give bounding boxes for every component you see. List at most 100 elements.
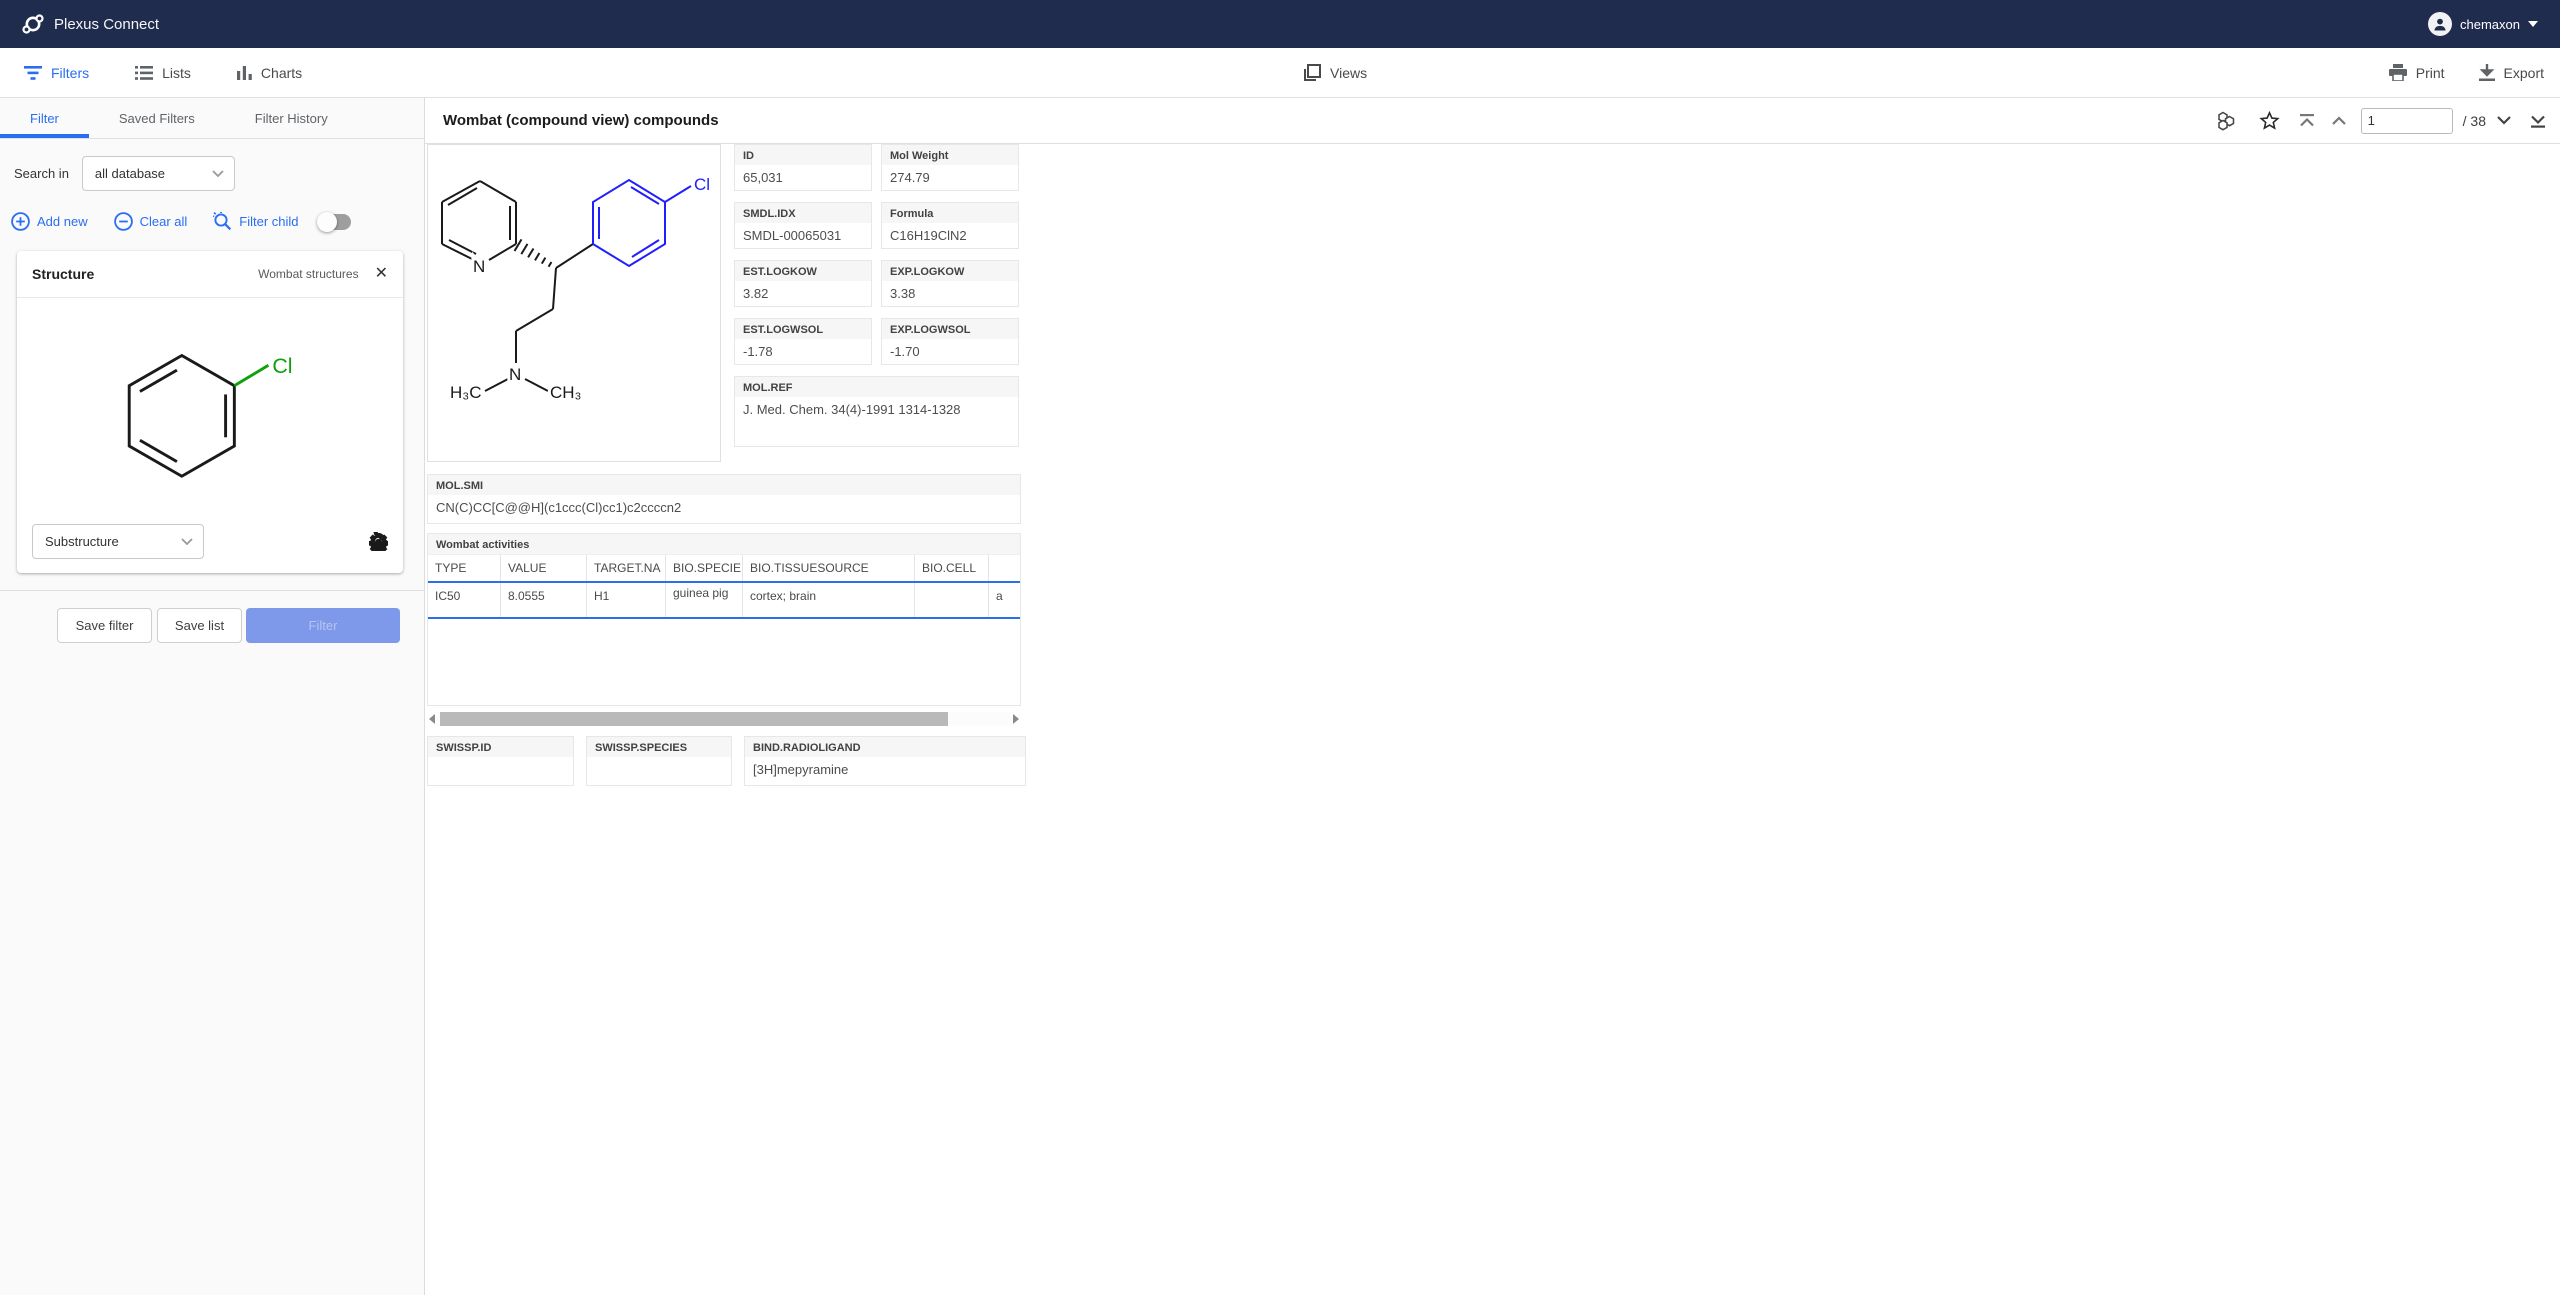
toolbar-filters-button[interactable]: Filters (24, 65, 89, 81)
field-label: BIND.RADIOLIGAND (745, 737, 1025, 757)
field-label: Mol Weight (882, 145, 1018, 165)
close-icon[interactable]: ✕ (375, 266, 388, 282)
structure-filter-card: Structure Wombat structures ✕ Cl Substru… (17, 251, 403, 573)
user-menu[interactable]: chemaxon (2428, 12, 2538, 36)
filter-button[interactable]: Filter (246, 608, 400, 643)
page-title: Wombat (compound view) compounds (443, 112, 719, 129)
structure-card-title: Structure (32, 266, 95, 282)
activities-table-row[interactable]: IC50 8.0555 H1 guinea pig cortex; brain … (428, 583, 1020, 619)
export-label: Export (2503, 64, 2544, 81)
sidebar-tabs: Filter Saved Filters Filter History (0, 98, 424, 139)
add-new-button[interactable]: Add new (11, 212, 88, 231)
scrollbar-track[interactable] (437, 712, 1011, 726)
column-header-clipped (989, 555, 1020, 581)
chevron-down-icon (212, 170, 224, 177)
compound-structure-drawing: N Cl N H₃C CH₃ (441, 172, 713, 405)
structure-display-icon[interactable] (2216, 110, 2240, 132)
search-in-select[interactable]: all database (81, 156, 235, 191)
match-mode-select[interactable]: Substructure (32, 524, 204, 559)
filter-child-button[interactable]: Filter child (213, 212, 299, 231)
view-toolbar: Filters Lists Charts Views Print Export (0, 48, 2560, 98)
views-button[interactable]: Views (1303, 48, 1367, 97)
column-header-value[interactable]: VALUE (501, 555, 587, 581)
record-pager: / 38 (2216, 107, 2560, 134)
structure-source-label: Wombat structures (258, 267, 359, 281)
toolbar-filters-label: Filters (51, 64, 90, 81)
clear-all-button[interactable]: Clear all (113, 212, 187, 231)
field-value: CN(C)CC[C@@H](c1ccc(Cl)cc1)c2ccccn2 (436, 500, 682, 515)
scroll-right-arrow[interactable] (1011, 711, 1021, 727)
query-structure-canvas[interactable]: Cl (17, 298, 403, 524)
record-number-input[interactable] (2360, 107, 2453, 134)
toolbar-lists-label: Lists (162, 64, 191, 81)
field-value: -1.78 (743, 344, 773, 359)
methyl-right-label: CH₃ (550, 383, 581, 402)
field-value: J. Med. Chem. 34(4)-1991 1314-1328 (743, 402, 961, 417)
previous-record-icon[interactable] (2331, 116, 2347, 125)
field-card-smdl-idx: SMDL.IDX SMDL-00065031 (734, 202, 872, 249)
field-card-bind-radioligand: BIND.RADIOLIGAND [3H]mepyramine (744, 736, 1026, 786)
favorite-star-icon[interactable] (2258, 110, 2280, 131)
column-header-tissuesource[interactable]: BIO.TISSUESOURCE (743, 555, 915, 581)
last-record-icon[interactable] (2530, 114, 2546, 128)
cell-tissue: cortex; brain (743, 583, 915, 617)
chevron-down-icon (181, 538, 193, 545)
app-header: Plexus Connect chemaxon (0, 0, 2560, 48)
query-structure-drawing: Cl (127, 353, 292, 478)
column-header-cell[interactable]: BIO.CELL (915, 555, 989, 581)
record-total-label: / 38 (2462, 112, 2486, 129)
tab-saved-filters[interactable]: Saved Filters (89, 98, 225, 138)
username: chemaxon (2460, 16, 2520, 32)
filters-icon (24, 65, 42, 80)
cell-value: 8.0555 (501, 583, 587, 617)
column-header-type[interactable]: TYPE (428, 555, 501, 581)
next-record-icon[interactable] (2496, 116, 2512, 125)
toggle-knob (316, 211, 337, 232)
field-label: EST.LOGWSOL (735, 319, 871, 339)
scroll-left-arrow[interactable] (427, 711, 437, 727)
toolbar-charts-label: Charts (260, 64, 303, 81)
first-record-icon[interactable] (2299, 113, 2315, 128)
cell-type: IC50 (428, 583, 501, 617)
field-label: SWISSP.SPECIES (587, 737, 731, 757)
field-value (587, 757, 731, 762)
scrollbar-thumb[interactable] (440, 712, 948, 726)
save-filter-button[interactable]: Save filter (57, 608, 152, 643)
filter-child-toggle[interactable] (316, 211, 351, 232)
app-brand: Plexus Connect (22, 13, 159, 35)
field-label: SWISSP.ID (428, 737, 573, 757)
tab-filter[interactable]: Filter (0, 98, 89, 138)
gear-icon[interactable] (369, 532, 388, 551)
main-panel: Wombat (compound view) compounds 1 / 38 … (425, 98, 2560, 1295)
query-cl-atom-label: Cl (272, 354, 292, 378)
field-card-exp-logkow: EXP.LOGKOW 3.38 (881, 260, 1019, 307)
field-card-est-logkow: EST.LOGKOW 3.82 (734, 260, 872, 307)
field-card-mol-smi: MOL.SMI CN(C)CC[C@@H](c1ccc(Cl)cc1)c2ccc… (427, 474, 1021, 524)
cell-clipped: a (996, 589, 1003, 603)
field-card-est-logwsol: EST.LOGWSOL -1.78 (734, 318, 872, 365)
methyl-left-label: H₃C (450, 383, 481, 402)
export-icon (2478, 64, 2495, 81)
export-button[interactable]: Export (2478, 64, 2544, 81)
field-value: [3H]mepyramine (753, 762, 849, 777)
field-value: C16H19ClN2 (890, 228, 967, 243)
tab-filter-history[interactable]: Filter History (225, 98, 358, 138)
search-in-value: all database (94, 166, 166, 181)
save-list-button[interactable]: Save list (157, 608, 242, 643)
activities-header-row: TYPE VALUE TARGET.NA BIO.SPECIE BIO.TISS… (428, 555, 1020, 583)
field-value (428, 757, 573, 762)
wombat-activities-panel: Wombat activities TYPE VALUE TARGET.NA B… (427, 533, 1021, 706)
activities-horizontal-scrollbar[interactable] (427, 711, 1021, 727)
amine-n-label: N (509, 365, 521, 384)
print-button[interactable]: Print (2388, 64, 2445, 81)
field-value: 65,031 (743, 170, 783, 185)
column-header-species[interactable]: BIO.SPECIE (666, 555, 743, 581)
column-header-target[interactable]: TARGET.NA (587, 555, 666, 581)
match-mode-value: Substructure (45, 534, 119, 549)
print-icon (2388, 64, 2407, 81)
toolbar-charts-button[interactable]: Charts (236, 64, 303, 81)
plus-circle-icon (11, 212, 30, 231)
toolbar-lists-button[interactable]: Lists (135, 65, 191, 81)
chlorine-label: Cl (694, 175, 710, 194)
app-title: Plexus Connect (54, 15, 160, 33)
